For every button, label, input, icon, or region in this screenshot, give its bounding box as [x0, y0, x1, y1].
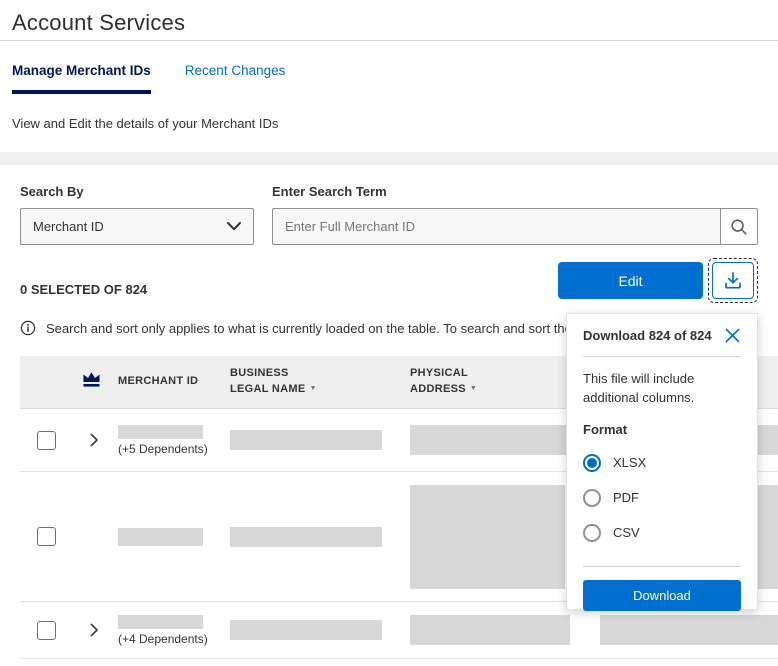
popup-download-button[interactable]: Download — [583, 579, 741, 611]
search-icon — [730, 218, 748, 236]
tab-recent-changes[interactable]: Recent Changes — [185, 63, 286, 94]
download-button[interactable] — [712, 262, 754, 299]
row-expander-chevron-icon[interactable] — [82, 433, 106, 447]
edit-button[interactable]: Edit — [558, 262, 703, 299]
search-section: Search By Enter Search Term Merchant ID — [0, 165, 778, 245]
popup-divider — [583, 356, 741, 357]
sort-caret-icon: ▼ — [309, 385, 317, 392]
redacted-physical-address — [410, 425, 570, 455]
physical-address-cell — [410, 615, 778, 645]
redacted-business-name — [230, 430, 382, 450]
tab-manage-merchant-ids[interactable]: Manage Merchant IDs — [12, 63, 151, 94]
download-popup-description: This file will include additional column… — [583, 371, 695, 405]
search-input[interactable] — [272, 208, 720, 245]
format-label: Format — [583, 421, 628, 437]
business-legal-name-cell — [230, 430, 410, 450]
merchant-id-cell — [118, 527, 230, 546]
format-option-xlsx[interactable]: XLSX — [583, 453, 741, 472]
download-popup: Download 824 of 824 This file will inclu… — [566, 313, 758, 611]
redacted-merchant-id — [118, 614, 203, 629]
redacted-extra-column — [600, 615, 778, 645]
section-divider — [0, 152, 778, 165]
business-legal-name-cell — [230, 526, 410, 547]
page-header: Account Services — [0, 0, 778, 41]
page-subtitle: View and Edit the details of your Mercha… — [12, 116, 279, 131]
redacted-physical-address — [410, 615, 570, 645]
radio-button-icon — [583, 488, 601, 507]
dependents-label: (+5 Dependents) — [118, 441, 208, 456]
column-header-merchant-id: MERCHANT ID — [118, 374, 199, 387]
redacted-merchant-id — [118, 424, 203, 439]
download-icon — [722, 270, 744, 291]
popup-divider — [583, 565, 741, 567]
redacted-physical-address — [410, 484, 565, 589]
download-popup-title: Download 824 of 824 — [583, 328, 712, 343]
close-icon[interactable] — [724, 327, 741, 344]
crown-icon — [76, 371, 118, 394]
search-by-value: Merchant ID — [33, 219, 104, 234]
redacted-merchant-id — [118, 527, 203, 546]
merchant-id-cell: (+5 Dependents) — [118, 424, 230, 456]
radio-button-icon — [583, 453, 601, 472]
merchant-id-cell: (+4 Dependents) — [118, 614, 230, 646]
business-legal-name-cell — [230, 620, 410, 640]
row-checkbox[interactable] — [37, 527, 56, 546]
search-term-label: Enter Search Term — [272, 184, 387, 199]
chevron-down-icon — [227, 222, 241, 231]
redacted-business-name — [230, 620, 382, 640]
row-checkbox[interactable] — [37, 430, 56, 450]
dependents-label: (+4 Dependents) — [118, 631, 208, 646]
search-by-select[interactable]: Merchant ID — [20, 208, 254, 245]
row-checkbox[interactable] — [37, 620, 56, 640]
sort-caret-icon: ▼ — [469, 385, 478, 392]
column-header-business-legal-name[interactable]: BUSINESS LEGAL NAME ▼ — [230, 366, 410, 398]
page-title: Account Services — [12, 10, 186, 35]
row-expander-chevron-icon[interactable] — [82, 623, 106, 637]
table-toolbar: 0 SELECTED OF 824 Edit — [20, 258, 758, 303]
search-input-group — [272, 208, 758, 245]
tab-bar: Manage Merchant IDs Recent Changes — [12, 63, 778, 94]
format-option-csv[interactable]: CSV — [583, 523, 741, 542]
search-by-label: Search By — [20, 184, 84, 199]
info-icon — [20, 320, 36, 336]
redacted-business-name — [230, 526, 382, 547]
format-option-pdf[interactable]: PDF — [583, 488, 741, 507]
account-services-page: Account Services Manage Merchant IDs Rec… — [0, 0, 778, 666]
selected-count: 0 SELECTED OF 824 — [20, 282, 148, 297]
download-button-focus-ring — [708, 258, 758, 303]
radio-button-icon — [583, 523, 601, 542]
info-text: Search and sort only applies to what is … — [46, 321, 608, 336]
search-button[interactable] — [720, 208, 758, 245]
